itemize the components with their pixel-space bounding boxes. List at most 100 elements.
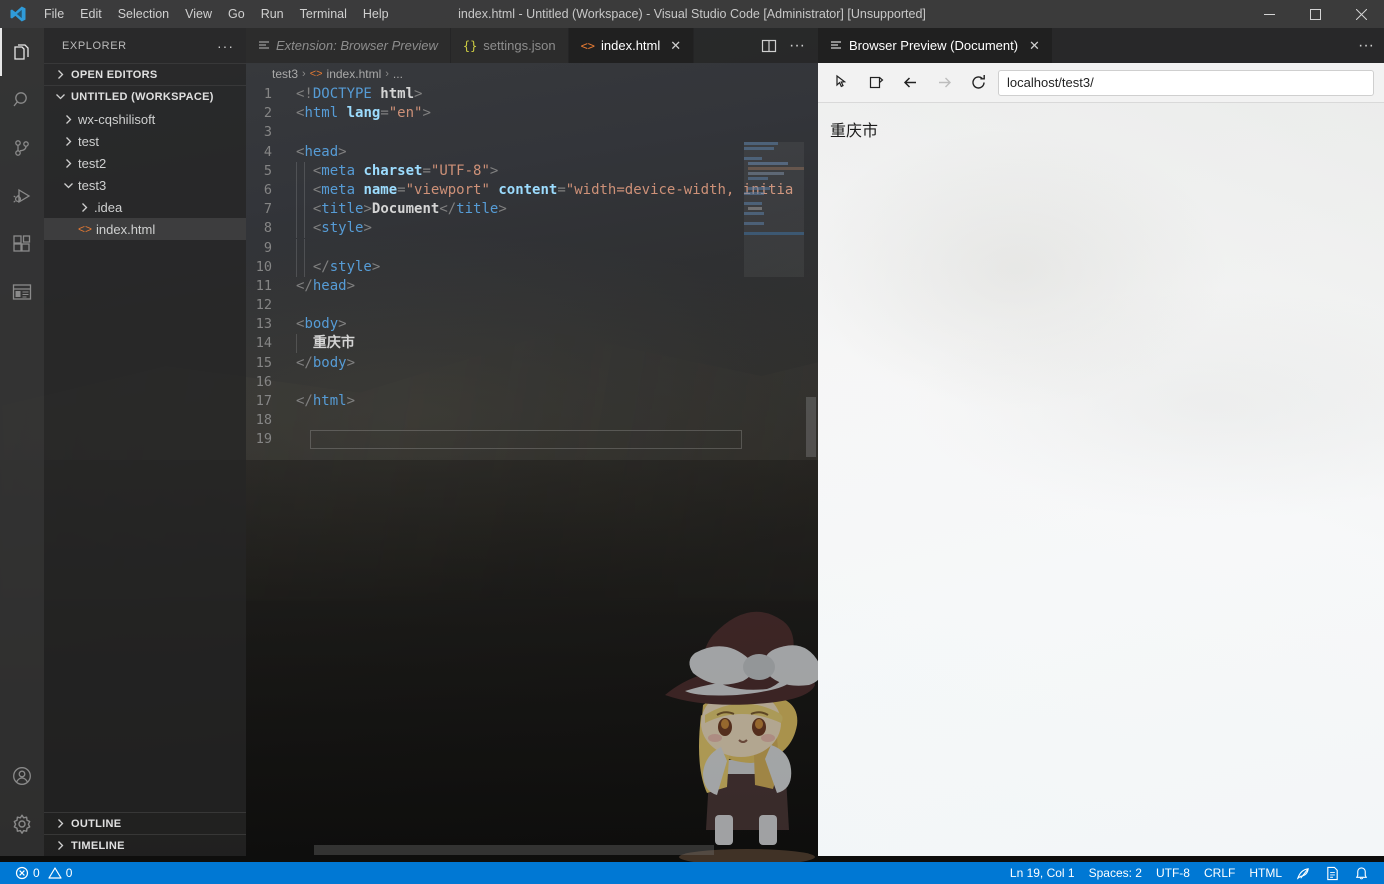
- breadcrumb-file[interactable]: index.html: [327, 67, 382, 81]
- code-line: 6 <meta name="viewport" content="width=d…: [246, 180, 818, 200]
- line-number: 5: [263, 162, 272, 179]
- split-editor-button[interactable]: [756, 33, 782, 59]
- back-button[interactable]: [896, 69, 924, 97]
- line-number: 8: [263, 220, 272, 237]
- code-line: 9: [246, 238, 818, 258]
- editor-more-actions-button[interactable]: ···: [784, 33, 810, 59]
- breadcrumb-symbol[interactable]: ...: [393, 67, 403, 81]
- tree-item-idea[interactable]: .idea: [44, 196, 246, 218]
- line-number: 9: [263, 239, 272, 256]
- chevron-right-icon: [60, 155, 76, 171]
- line-number: 11: [255, 277, 272, 294]
- menu-file[interactable]: File: [36, 4, 72, 24]
- cursor-select-icon: [835, 74, 846, 88]
- minimap[interactable]: [744, 142, 804, 472]
- preview-page-content[interactable]: 重庆市: [818, 103, 1384, 856]
- minimize-button[interactable]: [1246, 0, 1292, 28]
- files-icon: [14, 44, 29, 60]
- status-cursor-position[interactable]: Ln 19, Col 1: [1003, 862, 1082, 884]
- debug-icon: [13, 188, 31, 204]
- breadcrumb-separator-icon: ›: [385, 68, 389, 80]
- menu-run[interactable]: Run: [253, 4, 292, 24]
- tab-label: Extension: Browser Preview: [276, 38, 438, 53]
- breadcrumb-folder[interactable]: test3: [272, 67, 298, 81]
- activity-source-control[interactable]: [0, 124, 44, 172]
- editor-group: Extension: Browser Preview {} settings.j…: [246, 28, 818, 856]
- status-encoding[interactable]: UTF-8: [1149, 862, 1197, 884]
- menu-selection[interactable]: Selection: [110, 4, 177, 24]
- menu-help[interactable]: Help: [355, 4, 397, 24]
- status-bar: 0 0 Ln 19, Col 1 Spaces: 2 UTF-8 CRLF HT…: [0, 862, 1384, 884]
- preview-tab-close-icon[interactable]: ✕: [1029, 38, 1040, 54]
- line-number: 7: [263, 201, 272, 218]
- activity-manage-settings[interactable]: [0, 800, 44, 848]
- tab-browser-preview[interactable]: Browser Preview (Document) ✕: [818, 28, 1052, 63]
- tab-close-icon[interactable]: ✕: [670, 38, 681, 54]
- tree-item-wx-cqshilisoft[interactable]: wx-cqshilisoft: [44, 108, 246, 130]
- html-icon: <>: [309, 68, 323, 80]
- status-feedback-button[interactable]: [1289, 862, 1318, 884]
- reload-button[interactable]: [964, 69, 992, 97]
- status-problems[interactable]: 0 0: [8, 862, 79, 884]
- menu-terminal[interactable]: Terminal: [292, 4, 355, 24]
- code-editor[interactable]: 1 <!DOCTYPE html> 2 <html lang="en"> 3 4 <h…: [246, 85, 818, 856]
- code-line: 2 <html lang="en">: [246, 104, 818, 123]
- editor-horizontal-scrollbar[interactable]: [246, 844, 804, 856]
- tree-item-test[interactable]: test: [44, 130, 246, 152]
- chevron-right-icon: [52, 816, 68, 832]
- tab-index-html[interactable]: <> index.html ✕: [568, 28, 695, 63]
- tab-settings-json[interactable]: {} settings.json: [450, 28, 569, 63]
- maximize-button[interactable]: [1292, 0, 1338, 28]
- gear-icon: [13, 814, 31, 834]
- search-icon: [13, 92, 27, 107]
- scrollbar-thumb[interactable]: [314, 845, 714, 855]
- preview-more-actions[interactable]: ···: [1348, 28, 1384, 63]
- menu-edit[interactable]: Edit: [72, 4, 110, 24]
- line-content: </style>: [296, 257, 380, 277]
- current-line-highlight: [310, 430, 742, 450]
- scrollbar-thumb[interactable]: [806, 397, 816, 457]
- activity-run-and-debug[interactable]: [0, 172, 44, 220]
- code-line: 1 <!DOCTYPE html>: [246, 85, 818, 104]
- activity-browser-preview[interactable]: [0, 268, 44, 316]
- section-open-editors-label: OPEN EDITORS: [71, 68, 158, 81]
- tab-label: index.html: [601, 38, 661, 53]
- status-language-mode[interactable]: HTML: [1242, 862, 1289, 884]
- line-content: </head>: [296, 277, 356, 294]
- status-eol[interactable]: CRLF: [1197, 862, 1242, 884]
- sidebar-more-actions[interactable]: ···: [211, 38, 240, 54]
- inspect-element-button[interactable]: [828, 69, 856, 97]
- activity-accounts[interactable]: [0, 752, 44, 800]
- explorer-sidebar: EXPLORER ··· OPEN EDITORS UNTITLED (WORK…: [44, 28, 246, 856]
- editor-vertical-scrollbar[interactable]: [804, 142, 818, 842]
- forward-button[interactable]: [930, 69, 958, 97]
- line-content: <style>: [296, 219, 372, 239]
- chinese-text: 重庆市: [312, 335, 355, 352]
- status-indentation[interactable]: Spaces: 2: [1082, 862, 1149, 884]
- activity-search[interactable]: [0, 76, 44, 124]
- section-timeline[interactable]: TIMELINE: [44, 834, 246, 856]
- line-content: <html lang="en">: [296, 105, 431, 122]
- reload-icon: [971, 75, 985, 89]
- activity-extensions[interactable]: [0, 220, 44, 268]
- section-outline[interactable]: OUTLINE: [44, 812, 246, 834]
- line-number: 1: [263, 86, 272, 102]
- status-open-preview-button[interactable]: [1318, 862, 1347, 884]
- menu-go[interactable]: Go: [220, 4, 253, 24]
- code-line: 3: [246, 123, 818, 142]
- status-notifications-button[interactable]: [1347, 862, 1376, 884]
- open-in-browser-button[interactable]: [862, 69, 890, 97]
- menu-view[interactable]: View: [177, 4, 220, 24]
- url-input[interactable]: localhost/test3/: [998, 69, 1374, 96]
- section-workspace[interactable]: UNTITLED (WORKSPACE): [44, 85, 246, 107]
- tab-extension-browser-preview[interactable]: Extension: Browser Preview: [246, 28, 451, 63]
- line-content: </body>: [296, 354, 356, 371]
- section-open-editors[interactable]: OPEN EDITORS: [44, 63, 246, 85]
- activity-explorer[interactable]: [0, 28, 44, 76]
- close-button[interactable]: [1338, 0, 1384, 28]
- tree-item-test2[interactable]: test2: [44, 152, 246, 174]
- tree-item-index-html[interactable]: <> index.html: [44, 218, 246, 240]
- tree-item-test3[interactable]: test3: [44, 174, 246, 196]
- vscode-logo-icon: [0, 5, 36, 23]
- sidebar-footer-sections: OUTLINE TIMELINE: [44, 812, 246, 856]
